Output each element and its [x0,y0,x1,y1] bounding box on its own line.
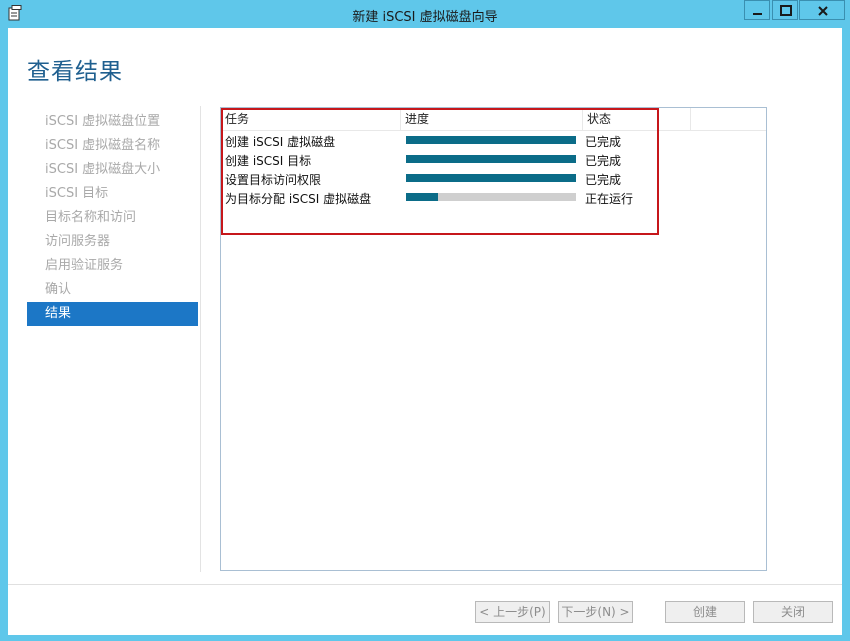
step-disk-location[interactable]: iSCSI 虚拟磁盘位置 [27,110,198,134]
minimize-icon [753,13,762,15]
create-button[interactable]: 创建 [665,601,745,623]
close-wizard-button[interactable]: 关闭 [753,601,833,623]
step-disk-size[interactable]: iSCSI 虚拟磁盘大小 [27,158,198,182]
footer-divider [8,584,842,585]
highlight-box [221,108,659,235]
wizard-steps-nav: iSCSI 虚拟磁盘位置 iSCSI 虚拟磁盘名称 iSCSI 虚拟磁盘大小 i… [27,110,198,326]
next-button[interactable]: 下一步(N) > [558,601,633,623]
maximize-button[interactable] [772,0,798,20]
page-title: 查看结果 [27,59,123,85]
wizard-client-area: 查看结果 iSCSI 虚拟磁盘位置 iSCSI 虚拟磁盘名称 iSCSI 虚拟磁… [8,28,842,635]
column-header-blank[interactable] [691,108,766,130]
minimize-button[interactable] [744,0,770,20]
close-icon [818,6,828,16]
previous-button[interactable]: < 上一步(P) [475,601,550,623]
step-enable-auth[interactable]: 启用验证服务 [27,254,198,278]
step-results[interactable]: 结果 [27,302,198,326]
step-iscsi-target[interactable]: iSCSI 目标 [27,182,198,206]
sidebar-divider [200,106,201,572]
maximize-icon [780,5,792,16]
step-disk-name[interactable]: iSCSI 虚拟磁盘名称 [27,134,198,158]
step-target-name-access[interactable]: 目标名称和访问 [27,206,198,230]
window-title: 新建 iSCSI 虚拟磁盘向导 [352,10,498,25]
close-button[interactable] [799,0,845,20]
title-bar: 新建 iSCSI 虚拟磁盘向导 [0,0,850,28]
step-confirm[interactable]: 确认 [27,278,198,302]
step-access-servers[interactable]: 访问服务器 [27,230,198,254]
